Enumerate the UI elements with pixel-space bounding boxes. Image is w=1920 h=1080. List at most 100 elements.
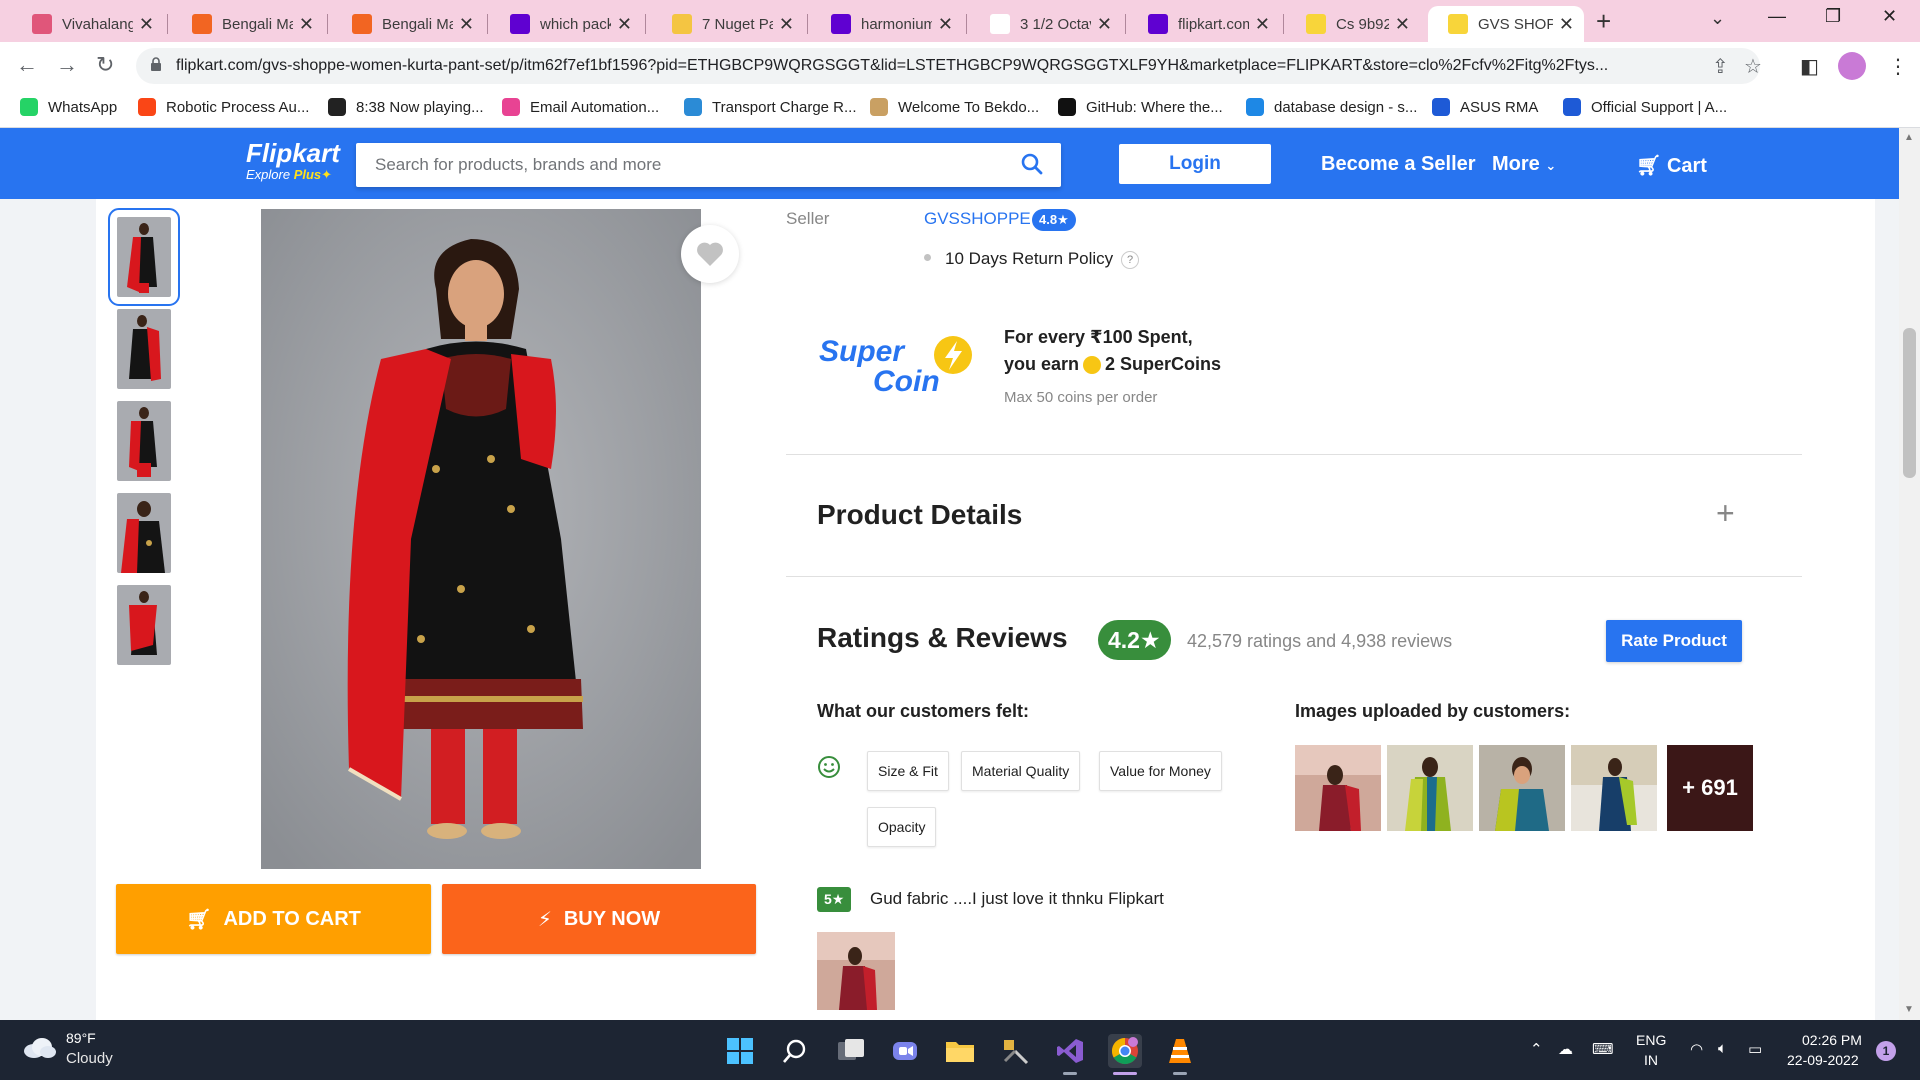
tools-app-icon[interactable] <box>998 1034 1032 1068</box>
feature-chip-size-fit[interactable]: Size & Fit <box>867 751 949 791</box>
browser-tab[interactable]: 7 Nuget Pac ✕ <box>652 6 804 42</box>
vlc-icon[interactable] <box>1163 1034 1197 1068</box>
more-customer-images[interactable]: + 691 <box>1667 745 1753 831</box>
customer-image[interactable] <box>1571 745 1657 831</box>
buy-now-button[interactable]: ⚡︎ BUY NOW <box>442 884 756 954</box>
windows-start-icon[interactable] <box>723 1034 757 1068</box>
keyboard-icon[interactable]: ⌨ <box>1592 1040 1614 1058</box>
product-thumbnail[interactable] <box>117 585 171 665</box>
bookmark-item[interactable]: Welcome To Bekdo... <box>870 98 1039 116</box>
chrome-icon[interactable] <box>1108 1034 1142 1068</box>
feature-chip-opacity[interactable]: Opacity <box>867 807 937 847</box>
scrollbar-thumb[interactable] <box>1903 328 1916 478</box>
search-input[interactable]: Search for products, brands and more <box>356 143 1061 187</box>
weather-condition[interactable]: Cloudy <box>66 1050 113 1067</box>
visual-studio-icon[interactable] <box>1053 1034 1087 1068</box>
close-tab-icon[interactable]: ✕ <box>139 14 154 35</box>
page-scrollbar[interactable]: ▲ ▼ <box>1899 128 1920 1020</box>
close-tab-icon[interactable]: ✕ <box>1559 14 1574 35</box>
browser-tab[interactable]: harmonium ✕ <box>811 6 963 42</box>
bookmark-item[interactable]: Robotic Process Au... <box>138 98 309 116</box>
search-icon[interactable] <box>778 1034 812 1068</box>
product-main-image[interactable] <box>261 209 701 869</box>
customer-image[interactable] <box>1295 745 1381 831</box>
restore-icon[interactable]: ❐ <box>1825 6 1841 27</box>
bookmark-item[interactable]: database design - s... <box>1246 98 1417 116</box>
task-view-icon[interactable] <box>834 1034 868 1068</box>
volume-icon[interactable]: 🔈︎ <box>1718 1040 1727 1057</box>
file-explorer-icon[interactable] <box>943 1034 977 1068</box>
close-window-icon[interactable]: ✕ <box>1882 6 1897 27</box>
browser-tab[interactable]: Bengali Mat ✕ <box>332 6 484 42</box>
onedrive-cloud-icon[interactable]: ☁ <box>1558 1040 1573 1058</box>
flipkart-logo[interactable]: Flipkart Explore Plus✦ <box>246 138 340 183</box>
browser-tab[interactable]: 3 1/2 Octav ✕ <box>970 6 1122 42</box>
rate-product-button[interactable]: Rate Product <box>1606 620 1742 662</box>
bookmark-item[interactable]: ASUS RMA <box>1432 98 1538 116</box>
share-icon[interactable]: ⇪ <box>1712 54 1729 79</box>
forward-icon[interactable]: → <box>56 52 78 78</box>
new-tab-button[interactable]: + <box>1596 6 1611 37</box>
region-indicator[interactable]: IN <box>1644 1052 1658 1068</box>
bookmark-item[interactable]: WhatsApp <box>20 98 117 116</box>
product-thumbnail[interactable] <box>117 401 171 481</box>
clock-time[interactable]: 02:26 PM <box>1802 1032 1862 1048</box>
browser-tab[interactable]: GVS SHOPP ✕ <box>1428 6 1584 42</box>
seller-name-link[interactable]: GVSSHOPPE <box>924 209 1031 229</box>
close-tab-icon[interactable]: ✕ <box>1097 14 1112 35</box>
become-seller-link[interactable]: Become a Seller <box>1321 153 1476 176</box>
scroll-up-icon[interactable]: ▲ <box>1904 132 1914 143</box>
product-thumbnail[interactable] <box>117 493 171 573</box>
feature-chip-material-quality[interactable]: Material Quality <box>961 751 1081 791</box>
notification-badge[interactable]: 1 <box>1876 1041 1896 1061</box>
minimize-icon[interactable]: — <box>1768 6 1786 27</box>
close-tab-icon[interactable]: ✕ <box>938 14 953 35</box>
search-icon[interactable] <box>1021 153 1043 175</box>
close-tab-icon[interactable]: ✕ <box>459 14 474 35</box>
help-icon[interactable]: ? <box>1121 251 1139 269</box>
side-panel-icon[interactable]: ◧ <box>1800 54 1819 79</box>
customer-image[interactable] <box>1479 745 1565 831</box>
bookmark-item[interactable]: Email Automation... <box>502 98 659 116</box>
cart-link[interactable]: 🛒︎ Cart <box>1636 153 1707 178</box>
browser-tab[interactable]: flipkart.com ✕ <box>1128 6 1280 42</box>
teams-chat-icon[interactable] <box>888 1034 922 1068</box>
close-tab-icon[interactable]: ✕ <box>1395 14 1410 35</box>
login-button[interactable]: Login <box>1119 144 1271 184</box>
back-icon[interactable]: ← <box>16 52 38 78</box>
close-tab-icon[interactable]: ✕ <box>779 14 794 35</box>
chevron-up-icon[interactable]: ⌃ <box>1530 1040 1543 1058</box>
wishlist-heart-icon[interactable] <box>681 225 739 283</box>
add-to-cart-button[interactable]: 🛒︎ ADD TO CART <box>116 884 431 954</box>
browser-tab[interactable]: Bengali Mat ✕ <box>172 6 324 42</box>
close-tab-icon[interactable]: ✕ <box>617 14 632 35</box>
language-indicator[interactable]: ENG <box>1636 1032 1666 1048</box>
clock-date[interactable]: 22-09-2022 <box>1787 1052 1859 1068</box>
close-tab-icon[interactable]: ✕ <box>299 14 314 35</box>
bookmark-item[interactable]: GitHub: Where the... <box>1058 98 1223 116</box>
bookmark-item[interactable]: Official Support | A... <box>1563 98 1727 116</box>
battery-icon[interactable]: ▭ <box>1748 1040 1762 1058</box>
browser-tab[interactable]: Vivahalanga ✕ <box>12 6 164 42</box>
review-image[interactable] <box>817 932 895 1010</box>
bookmark-item[interactable]: 8:38 Now playing... <box>328 98 484 116</box>
product-thumbnail[interactable] <box>117 309 171 389</box>
address-bar[interactable]: flipkart.com/gvs-shoppe-women-kurta-pant… <box>136 48 1762 84</box>
weather-temperature[interactable]: 89°F <box>66 1030 96 1046</box>
close-tab-icon[interactable]: ✕ <box>1255 14 1270 35</box>
reload-icon[interactable]: ↻ <box>96 52 114 78</box>
product-thumbnail[interactable] <box>108 208 180 306</box>
more-menu[interactable]: More ⌄ <box>1492 153 1556 176</box>
wifi-icon[interactable]: ◠ <box>1690 1040 1703 1058</box>
browser-tab[interactable]: Cs 9b92fb3 ✕ <box>1286 6 1420 42</box>
tab-search-chevron-icon[interactable]: ⌄ <box>1710 8 1725 29</box>
customer-image[interactable] <box>1387 745 1473 831</box>
browser-tab[interactable]: which pack ✕ <box>490 6 642 42</box>
expand-plus-icon[interactable]: + <box>1716 495 1735 532</box>
feature-chip-value-for-money[interactable]: Value for Money <box>1099 751 1222 791</box>
bookmark-item[interactable]: Transport Charge R... <box>684 98 857 116</box>
product-details-heading[interactable]: Product Details <box>817 499 1022 531</box>
menu-kebab-icon[interactable]: ⋮ <box>1888 54 1908 79</box>
bookmark-star-icon[interactable]: ☆ <box>1744 54 1762 79</box>
profile-avatar[interactable] <box>1838 52 1866 80</box>
